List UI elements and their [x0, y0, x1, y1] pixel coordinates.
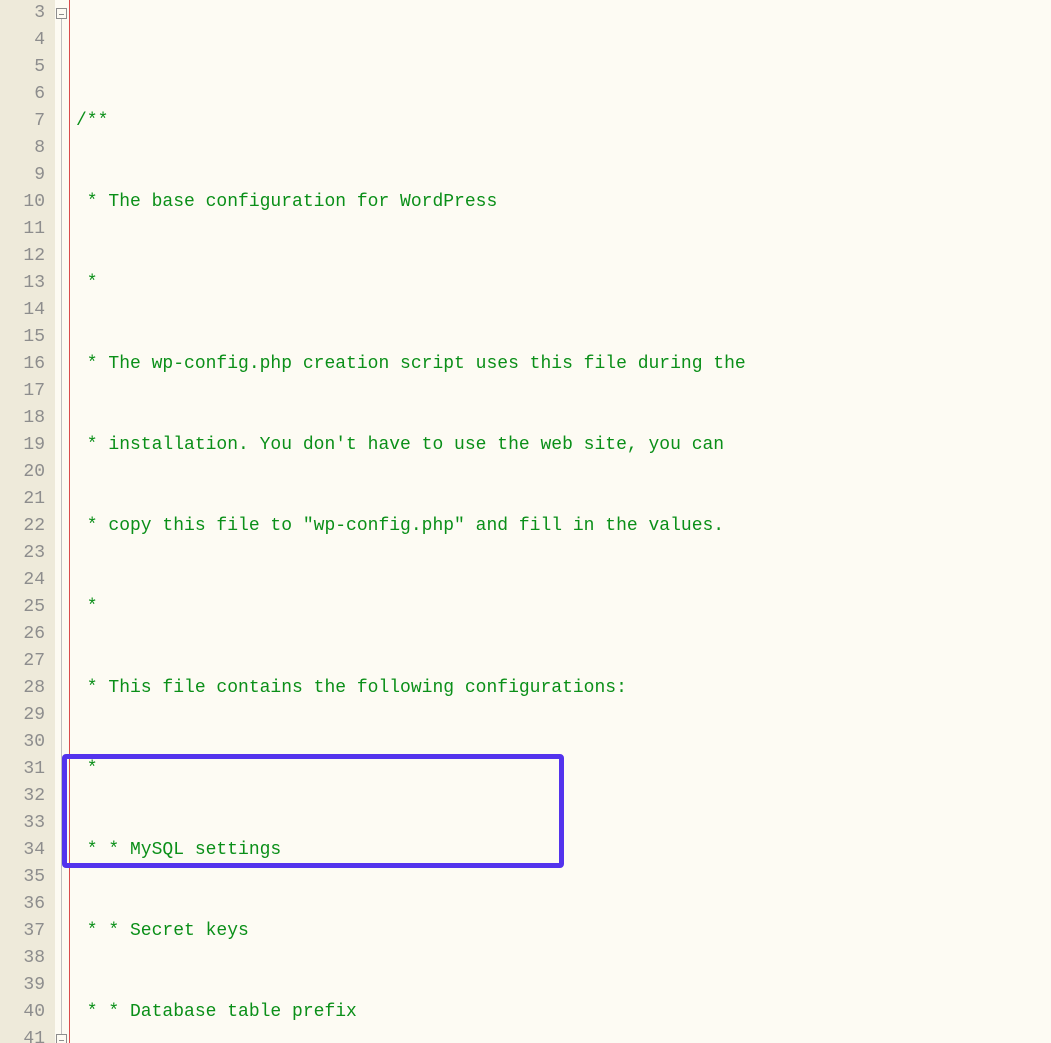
line-number[interactable]: 11 [0, 216, 45, 243]
line-number[interactable]: 25 [0, 594, 45, 621]
code-line[interactable]: /** [76, 108, 1051, 135]
line-number[interactable]: 12 [0, 243, 45, 270]
code-line[interactable]: * [76, 270, 1051, 297]
code-area[interactable]: /** * The base configuration for WordPre… [69, 0, 1051, 1043]
line-number[interactable]: 27 [0, 648, 45, 675]
line-number[interactable]: 32 [0, 783, 45, 810]
code-line[interactable]: * The wp-config.php creation script uses… [76, 351, 1051, 378]
comment-text: * * MySQL settings [76, 840, 281, 860]
comment-text: * This file contains the following confi… [76, 678, 627, 698]
line-number[interactable]: 6 [0, 81, 45, 108]
line-number[interactable]: 37 [0, 918, 45, 945]
comment-text: * The wp-config.php creation script uses… [76, 354, 746, 374]
comment-text: * * Secret keys [76, 921, 249, 941]
line-number[interactable]: 22 [0, 513, 45, 540]
line-number[interactable]: 4 [0, 27, 45, 54]
line-number[interactable]: 26 [0, 621, 45, 648]
code-editor[interactable]: 3456789101112131415161718192021222324252… [0, 0, 1051, 1043]
line-number-gutter[interactable]: 3456789101112131415161718192021222324252… [0, 0, 55, 1043]
line-number[interactable]: 29 [0, 702, 45, 729]
comment-text: * installation. You don't have to use th… [76, 435, 724, 455]
line-number[interactable]: 9 [0, 162, 45, 189]
code-line[interactable]: * installation. You don't have to use th… [76, 432, 1051, 459]
line-number[interactable]: 8 [0, 135, 45, 162]
code-line[interactable]: * * Secret keys [76, 918, 1051, 945]
line-number[interactable]: 7 [0, 108, 45, 135]
comment-text: * * Database table prefix [76, 1002, 357, 1022]
line-number[interactable]: 41 [0, 1026, 45, 1043]
line-number[interactable]: 20 [0, 459, 45, 486]
line-number[interactable]: 15 [0, 324, 45, 351]
code-line[interactable]: * This file contains the following confi… [76, 675, 1051, 702]
line-number[interactable]: 31 [0, 756, 45, 783]
comment-text: /** [76, 111, 108, 131]
line-number[interactable]: 34 [0, 837, 45, 864]
margin-guide [69, 0, 70, 1043]
line-number[interactable]: 13 [0, 270, 45, 297]
line-number[interactable]: 28 [0, 675, 45, 702]
code-line[interactable]: * * Database table prefix [76, 999, 1051, 1026]
line-number[interactable]: 17 [0, 378, 45, 405]
line-number[interactable]: 35 [0, 864, 45, 891]
line-number[interactable]: 5 [0, 54, 45, 81]
code-line[interactable]: * The base configuration for WordPress [76, 189, 1051, 216]
code-line[interactable]: * * MySQL settings [76, 837, 1051, 864]
line-number[interactable]: 21 [0, 486, 45, 513]
line-number[interactable]: 30 [0, 729, 45, 756]
comment-text: * [76, 597, 98, 617]
line-number[interactable]: 40 [0, 999, 45, 1026]
line-number[interactable]: 19 [0, 432, 45, 459]
line-number[interactable]: 14 [0, 297, 45, 324]
line-number[interactable]: 38 [0, 945, 45, 972]
code-line[interactable]: * [76, 756, 1051, 783]
line-number[interactable]: 18 [0, 405, 45, 432]
line-number[interactable]: 23 [0, 540, 45, 567]
line-number[interactable]: 24 [0, 567, 45, 594]
comment-text: * The base configuration for WordPress [76, 192, 497, 212]
code-line[interactable]: * [76, 594, 1051, 621]
line-number[interactable]: 3 [0, 0, 45, 27]
comment-text: * [76, 759, 98, 779]
line-number[interactable]: 39 [0, 972, 45, 999]
comment-text: * [76, 273, 98, 293]
fold-gutter[interactable] [55, 0, 69, 1043]
line-number[interactable]: 10 [0, 189, 45, 216]
fold-toggle-icon[interactable] [56, 1034, 67, 1043]
fold-toggle-icon[interactable] [56, 8, 67, 19]
line-number[interactable]: 16 [0, 351, 45, 378]
line-number[interactable]: 36 [0, 891, 45, 918]
comment-text: * copy this file to "wp-config.php" and … [76, 516, 724, 536]
code-line[interactable]: * copy this file to "wp-config.php" and … [76, 513, 1051, 540]
line-number[interactable]: 33 [0, 810, 45, 837]
